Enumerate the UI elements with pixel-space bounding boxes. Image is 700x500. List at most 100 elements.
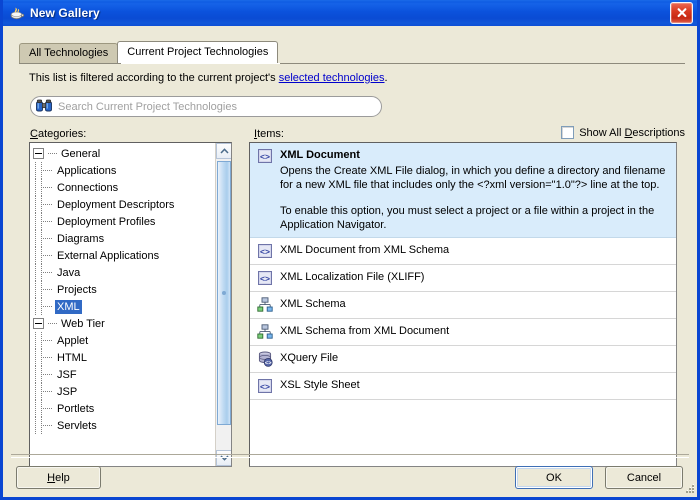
- tree-connector: [30, 247, 41, 264]
- tree-item-label: Portlets: [57, 402, 95, 415]
- item-row[interactable]: <> XML Document Opens the Create XML File …: [250, 143, 676, 238]
- tree-item-label: JSF: [57, 368, 77, 381]
- tree-item-label: Connections: [57, 181, 119, 194]
- scroll-up-button[interactable]: [216, 143, 231, 159]
- tree-connector: [41, 213, 55, 230]
- tab-current-project-technologies-label: Current Project Technologies: [127, 46, 269, 58]
- item-row[interactable]: <> XML Document from XML Schema: [250, 238, 676, 265]
- window-title: New Gallery: [30, 6, 100, 20]
- tree-item-deployment-descriptors[interactable]: Deployment Descriptors: [30, 196, 216, 213]
- help-button[interactable]: Help: [16, 466, 101, 489]
- item-title: XML Schema from XML Document: [280, 325, 450, 337]
- item-row[interactable]: <> XML Localization File (XLIFF): [250, 265, 676, 292]
- java-cup-icon: [10, 7, 25, 20]
- ok-button[interactable]: OK: [515, 466, 593, 489]
- items-label: Items:: [254, 128, 284, 140]
- scroll-down-button[interactable]: [216, 450, 231, 466]
- close-button[interactable]: [670, 2, 693, 24]
- tree-item-portlets[interactable]: Portlets: [30, 400, 216, 417]
- tree-item-label: General: [61, 147, 101, 160]
- title-bar[interactable]: New Gallery: [3, 0, 697, 26]
- tree-connector: [41, 230, 55, 247]
- tree-item-connections[interactable]: Connections: [30, 179, 216, 196]
- tree-item-applet[interactable]: Applet: [30, 332, 216, 349]
- tree-connector: [48, 323, 58, 324]
- tree-item-label: Applet: [57, 334, 89, 347]
- categories-scrollbar[interactable]: [215, 143, 231, 466]
- search-input[interactable]: [58, 99, 368, 114]
- tree-item-servlets[interactable]: Servlets: [30, 417, 216, 434]
- svg-text:<>: <>: [260, 273, 270, 283]
- tree-item-jsp[interactable]: JSP: [30, 383, 216, 400]
- svg-text:<>: <>: [265, 361, 272, 367]
- scroll-thumb[interactable]: [217, 161, 231, 425]
- tree-connector: [41, 264, 55, 281]
- xml-schema-icon: [257, 324, 273, 339]
- items-list-panel[interactable]: <> XML Document Opens the Create XML File …: [249, 142, 677, 467]
- item-body: XQuery File: [280, 351, 670, 365]
- tree-item-xml[interactable]: XML: [30, 298, 216, 315]
- xml-schema-icon: [257, 297, 273, 312]
- tree-item-external-applications[interactable]: External Applications: [30, 247, 216, 264]
- tree-item-label: External Applications: [57, 249, 160, 262]
- tree-item-label: Deployment Descriptors: [57, 198, 175, 211]
- show-all-descriptions-row[interactable]: Show All Descriptions: [561, 126, 685, 139]
- tree-connector: [41, 417, 55, 434]
- xml-document-icon: <>: [258, 149, 272, 163]
- show-all-descriptions-suffix: escriptions: [632, 126, 685, 139]
- dialog-client-area: All Technologies Current Project Technol…: [3, 26, 697, 497]
- selected-technologies-link[interactable]: selected technologies: [279, 72, 385, 84]
- items-list[interactable]: <> XML Document Opens the Create XML File …: [250, 143, 676, 400]
- xquery-file-icon: <>: [258, 351, 273, 367]
- tree-connector: [41, 400, 55, 417]
- tree-item-projects[interactable]: Projects: [30, 281, 216, 298]
- tree-connector: [30, 179, 41, 196]
- item-body: XML Document Opens the Create XML File di…: [280, 148, 670, 232]
- categories-label-rest: ategories:: [37, 128, 87, 140]
- tree-item-diagrams[interactable]: Diagrams: [30, 230, 216, 247]
- tree-item-general[interactable]: General: [30, 145, 216, 162]
- tree-item-label: HTML: [57, 351, 87, 364]
- categories-tree-panel[interactable]: General Applications Connections Deployment…: [29, 142, 232, 467]
- technology-tabs: All Technologies Current Project Technol…: [19, 41, 685, 63]
- tree-item-deployment-profiles[interactable]: Deployment Profiles: [30, 213, 216, 230]
- tree-expander-icon[interactable]: [33, 148, 44, 159]
- xml-document-icon: <>: [258, 244, 272, 258]
- search-box[interactable]: [30, 96, 382, 117]
- tree-connector: [30, 281, 41, 298]
- tree-connector: [30, 196, 41, 213]
- tree-item-label: JSP: [57, 385, 78, 398]
- tree-item-java[interactable]: Java: [30, 264, 216, 281]
- tree-item-html[interactable]: HTML: [30, 349, 216, 366]
- resize-grip[interactable]: [683, 483, 695, 495]
- tree-item-web-tier[interactable]: Web Tier: [30, 315, 216, 332]
- categories-label: Categories:: [30, 128, 86, 140]
- item-row[interactable]: <> XQuery File: [250, 346, 676, 373]
- tree-connector: [41, 247, 55, 264]
- tree-item-jsf[interactable]: JSF: [30, 366, 216, 383]
- tab-all-technologies-label: All Technologies: [29, 47, 109, 59]
- filter-note-prefix: This list is filtered according to the c…: [29, 72, 279, 84]
- tree-connector: [41, 349, 55, 366]
- help-button-mnemonic: H: [47, 471, 56, 484]
- tab-strip-underline: [19, 63, 685, 64]
- binoculars-icon: [36, 99, 52, 112]
- item-row[interactable]: XML Schema: [250, 292, 676, 319]
- tree-item-label: Servlets: [57, 419, 97, 432]
- categories-label-mnemonic: C: [30, 128, 38, 140]
- cancel-button[interactable]: Cancel: [605, 466, 683, 489]
- item-title: XML Localization File (XLIFF): [280, 271, 425, 283]
- item-description: Opens the Create XML File dialog, in whi…: [280, 164, 670, 232]
- item-row[interactable]: <> XSL Style Sheet: [250, 373, 676, 400]
- item-row[interactable]: XML Schema from XML Document: [250, 319, 676, 346]
- tree-expander-icon[interactable]: [33, 318, 44, 329]
- ok-button-label: OK: [546, 471, 562, 484]
- tree-connector: [30, 264, 41, 281]
- tab-all-technologies[interactable]: All Technologies: [19, 43, 119, 63]
- tree-connector: [30, 383, 41, 400]
- tree-item-applications[interactable]: Applications: [30, 162, 216, 179]
- tab-current-project-technologies[interactable]: Current Project Technologies: [117, 41, 279, 63]
- tree-item-label: Web Tier: [61, 317, 105, 330]
- categories-tree[interactable]: General Applications Connections Deployment…: [30, 143, 216, 466]
- show-all-descriptions-checkbox[interactable]: [561, 126, 575, 139]
